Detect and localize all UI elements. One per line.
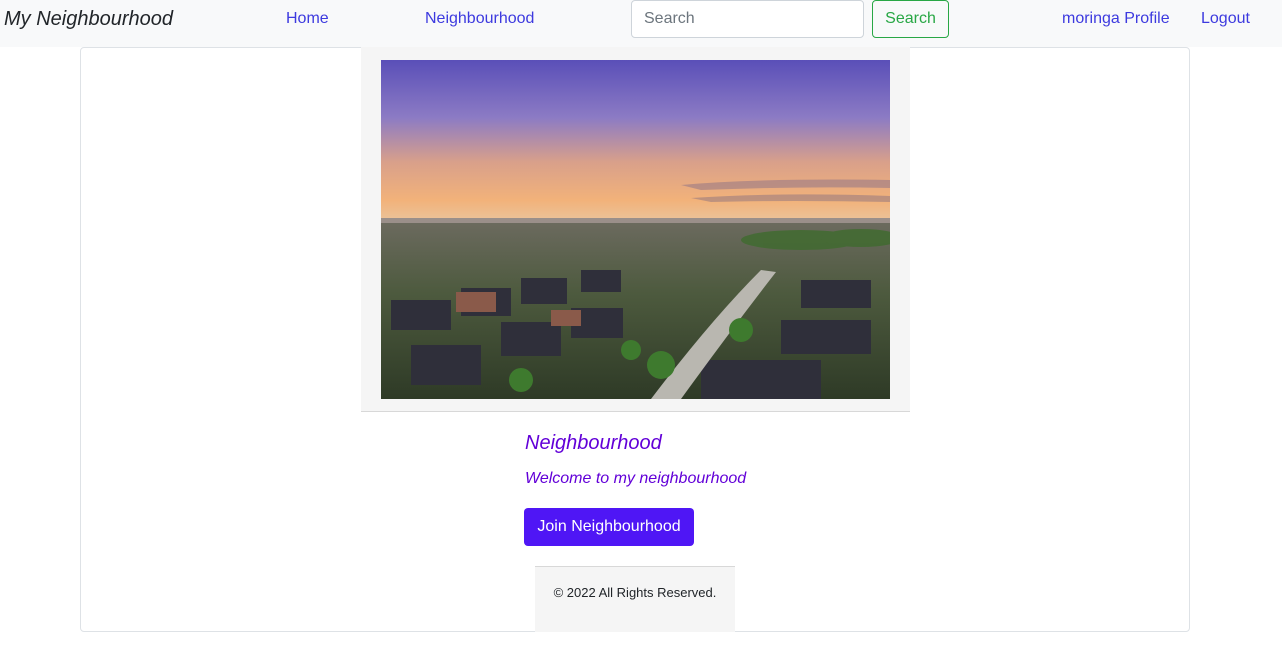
neighbourhood-photo — [381, 60, 890, 399]
join-neighbourhood-button[interactable]: Join Neighbourhood — [524, 508, 694, 546]
nav-link-logout[interactable]: Logout — [1201, 10, 1250, 28]
search-button[interactable]: Search — [872, 0, 949, 38]
page-footer: © 2022 All Rights Reserved. — [535, 566, 735, 632]
brand-title[interactable]: My Neighbourhood — [4, 8, 173, 31]
neighbourhood-image-container — [361, 47, 910, 412]
neighbourhood-description: Welcome to my neighbourhood — [525, 470, 747, 487]
nav-link-home[interactable]: Home — [286, 10, 329, 28]
neighbourhood-name: Neighbourhood — [525, 432, 662, 454]
top-navbar: My Neighbourhood Home Neighbourhood Sear… — [0, 0, 1282, 47]
search-input[interactable] — [631, 0, 864, 38]
nav-link-neighbourhood[interactable]: Neighbourhood — [425, 10, 534, 28]
nav-link-profile[interactable]: moringa Profile — [1062, 10, 1170, 28]
copyright-text: © 2022 All Rights Reserved. — [553, 585, 717, 600]
